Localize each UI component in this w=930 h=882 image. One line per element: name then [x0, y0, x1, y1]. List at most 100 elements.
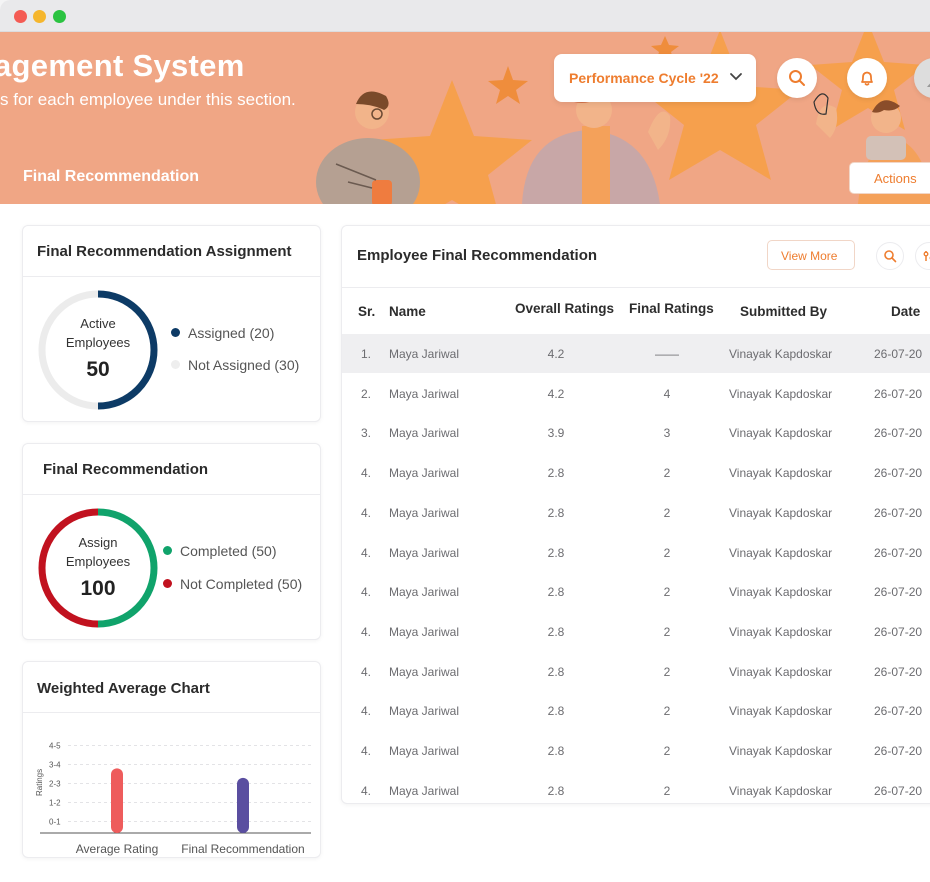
card-divider: [23, 276, 320, 277]
cell-overall-rating: 4.2: [547, 347, 565, 361]
cell-final-rating: 2: [663, 466, 671, 481]
legend-dot-assigned: [171, 328, 180, 337]
search-button[interactable]: [777, 58, 817, 98]
cell-name: Maya Jariwal: [389, 585, 460, 600]
table-row[interactable]: 4. Maya Jariwal 2.8 2 Vinayak Kapdoskar 26-07…: [342, 731, 930, 770]
app-window: agement System s for each employee under…: [0, 0, 930, 882]
cell-final-rating: 2: [663, 585, 671, 600]
assignment-center-label-2: Employees: [65, 335, 131, 350]
cell-date: 26-07-20: [874, 624, 923, 639]
table-row[interactable]: 3. Maya Jariwal 3.9 3 Vinayak Kapdoskar 26-07…: [342, 413, 930, 452]
cell-overall-rating: 2.8: [547, 664, 565, 679]
column-header-sr: Sr.: [358, 304, 376, 319]
recommendation-card: Final Recommendation Assign Employees 10…: [22, 443, 321, 640]
table-filter-button[interactable]: [915, 242, 930, 270]
column-header-name: Name: [389, 304, 426, 319]
legend-completed-label: Completed (50): [180, 543, 277, 559]
maximize-window-dot[interactable]: [53, 10, 66, 23]
cell-date: 26-07-20: [874, 386, 923, 401]
notifications-button[interactable]: [847, 58, 887, 98]
table-search-button[interactable]: [876, 242, 904, 270]
cell-name: Maya Jariwal: [389, 744, 460, 758]
table-row[interactable]: 4. Maya Jariwal 2.8 2 Vinayak Kapdoskar 26-07…: [342, 572, 930, 611]
cell-sr: 4.: [361, 664, 372, 679]
cell-submitted-by: Vinayak Kapdoskar: [729, 783, 833, 798]
table-row[interactable]: 4. Maya Jariwal 2.8 2 Vinayak Kapdoskar 26-07…: [342, 691, 930, 730]
table-row[interactable]: 4. Maya Jariwal 2.8 2 Vinayak Kapdoskar 26-07…: [342, 652, 930, 691]
table-row[interactable]: 4. Maya Jariwal 2.8 2 Vinayak Kapdoskar 26-07…: [342, 493, 930, 532]
employee-table-title: Employee Final Recommendation: [357, 247, 598, 264]
cell-final-rating: 2: [663, 664, 671, 679]
cell-submitted-by: Vinayak Kapdoskar: [729, 664, 833, 679]
actions-button-label: Actions: [874, 171, 917, 186]
assignment-center-value: 50: [86, 358, 110, 381]
close-window-dot[interactable]: [14, 10, 27, 23]
cell-date: 26-07-20: [874, 744, 923, 758]
table-row[interactable]: 4. Maya Jariwal 2.8 2 Vinayak Kapdoskar 26-07…: [342, 771, 930, 810]
bell-icon: [861, 71, 873, 86]
x-category-label: Final Recommendation: [181, 842, 304, 856]
cell-sr: 4.: [361, 545, 372, 560]
performance-cycle-dropdown[interactable]: Performance Cycle '22: [554, 54, 756, 102]
filter-icon: [923, 251, 930, 261]
cell-submitted-by: Vinayak Kapdoskar: [729, 624, 833, 639]
view-more-button[interactable]: View More: [767, 240, 855, 270]
recommendation-center-label-1: Assign: [78, 535, 118, 550]
cell-submitted-by: Vinayak Kapdoskar: [729, 386, 833, 401]
page-title: agement System: [0, 48, 245, 83]
card-divider: [342, 287, 930, 288]
cell-date: 26-07-20: [874, 347, 923, 361]
assignment-center-label-1: Active: [80, 316, 116, 331]
performance-cycle-label: Performance Cycle '22: [569, 70, 719, 86]
cell-final-rating: 4: [663, 386, 671, 401]
table-row[interactable]: 4. Maya Jariwal 2.8 2 Vinayak Kapdoskar 26-07…: [342, 612, 930, 651]
cell-date: 26-07-20: [874, 585, 923, 600]
cell-date: 26-07-20: [874, 545, 923, 560]
legend-dot-not-assigned: [171, 360, 180, 369]
cell-date: 26-07-20: [874, 783, 923, 798]
y-tick-label: 4-5: [49, 742, 61, 751]
y-tick-label: 0-1: [49, 818, 61, 827]
chevron-down-icon: [730, 73, 742, 81]
cell-submitted-by: Vinayak Kapdoskar: [729, 744, 833, 758]
table-row[interactable]: 4. Maya Jariwal 2.8 2 Vinayak Kapdoskar 26-07…: [342, 453, 930, 492]
cell-final-rating: 2: [663, 545, 671, 560]
cell-date: 26-07-20: [874, 704, 923, 719]
cell-name: Maya Jariwal: [389, 426, 460, 441]
cell-submitted-by: Vinayak Kapdoskar: [729, 545, 833, 560]
cell-name: Maya Jariwal: [389, 466, 460, 481]
section-title: Final Recommendation: [23, 168, 200, 185]
table-row[interactable]: 2. Maya Jariwal 4.2 4 Vinayak Kapdoskar 26-07…: [342, 374, 930, 413]
cell-overall-rating: 2.8: [547, 783, 565, 798]
minimize-window-dot[interactable]: [33, 10, 46, 23]
legend-not-completed: Not Completed (50): [163, 576, 302, 592]
cell-final-rating: 2: [663, 624, 671, 639]
cell-final-rating: 3: [663, 426, 671, 441]
cell-overall-rating: 2.8: [547, 505, 565, 520]
cell-name: Maya Jariwal: [389, 505, 460, 520]
y-tick-label: 1-2: [49, 799, 61, 808]
legend-assigned: Assigned (20): [171, 325, 274, 341]
cell-name: Maya Jariwal: [389, 386, 460, 401]
weighted-chart-card: Weighted Average Chart 0-1 1-2 2-3 3-4 4-5 Ra…: [22, 661, 321, 858]
cell-name: Maya Jariwal: [389, 624, 460, 639]
employee-table-card: Employee Final Recommendation View More …: [341, 225, 930, 804]
weighted-average-chart: 0-1 1-2 2-3 3-4 4-5 Ratings Average Rating Fina…: [35, 742, 311, 856]
legend-dot-completed: [163, 546, 172, 555]
actions-button[interactable]: Actions: [849, 162, 930, 194]
cell-date: 26-07-20: [874, 466, 923, 481]
table-row[interactable]: 4. Maya Jariwal 2.8 2 Vinayak Kapdoskar 26-07…: [342, 533, 930, 572]
column-header-date: Date: [891, 304, 921, 319]
chart-bar: [111, 768, 123, 833]
cell-final-rating: 2: [663, 704, 671, 719]
recommendation-center-value: 100: [80, 577, 116, 600]
cell-sr: 4.: [361, 505, 372, 520]
y-tick-label: 3-4: [49, 761, 61, 770]
table-row[interactable]: 1. Maya Jariwal 4.2 —— Vinayak Kapdoskar 26-0…: [342, 334, 930, 373]
cell-name: Maya Jariwal: [389, 545, 460, 560]
recommendation-center-label-2: Employees: [65, 554, 131, 569]
cell-sr: 3.: [361, 426, 372, 441]
chart-bar: [237, 777, 249, 833]
cell-submitted-by: Vinayak Kapdoskar: [729, 466, 833, 481]
card-divider: [23, 494, 320, 495]
